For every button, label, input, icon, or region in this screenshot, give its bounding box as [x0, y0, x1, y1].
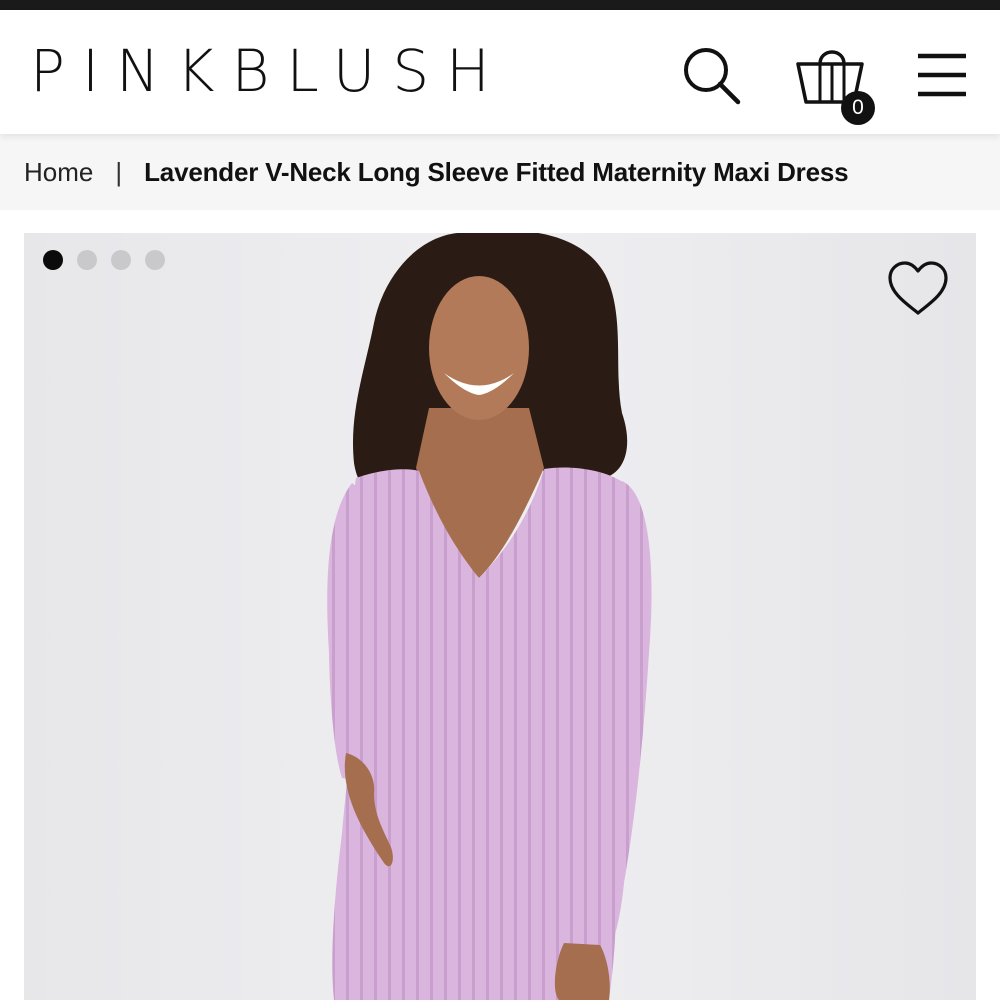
- site-header: PINKBLUSH 0: [0, 10, 1000, 134]
- menu-button[interactable]: [916, 52, 968, 98]
- product-image-gallery[interactable]: [24, 233, 976, 1000]
- carousel-dot[interactable]: [111, 250, 131, 270]
- heart-outline-icon: [888, 261, 948, 315]
- breadcrumb-separator: |: [115, 156, 123, 187]
- carousel-dot[interactable]: [145, 250, 165, 270]
- breadcrumb: Home | Lavender V-Neck Long Sleeve Fitte…: [0, 134, 1000, 210]
- brand-logo[interactable]: PINKBLUSH: [30, 38, 507, 104]
- carousel-indicators: [43, 250, 165, 270]
- status-bar: [0, 0, 1000, 10]
- carousel-dot[interactable]: [43, 250, 63, 270]
- search-icon: [684, 48, 741, 105]
- cart-count-badge: 0: [841, 91, 875, 125]
- product-photo[interactable]: [24, 233, 976, 1000]
- breadcrumb-home-link[interactable]: Home: [24, 157, 93, 188]
- breadcrumb-current-page: Lavender V-Neck Long Sleeve Fitted Mater…: [144, 156, 849, 187]
- hamburger-menu-icon: [918, 53, 966, 97]
- add-to-wishlist-button[interactable]: [886, 259, 950, 319]
- carousel-dot[interactable]: [77, 250, 97, 270]
- search-button[interactable]: [680, 44, 742, 106]
